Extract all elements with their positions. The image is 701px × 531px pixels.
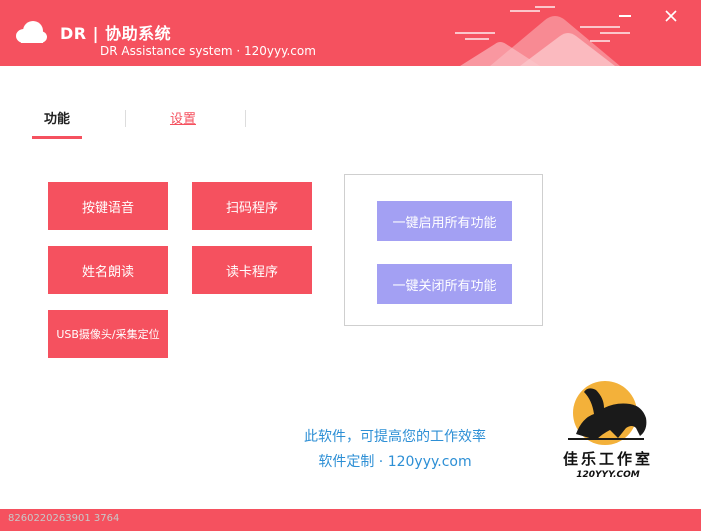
disable-all-button[interactable]: 一键关闭所有功能 [377,264,512,304]
promo-line-2: 软件定制 · 120yyy.com [318,454,472,470]
card-reader-button[interactable]: 读卡程序 [192,246,312,294]
status-bar: 8260220263901 3764 [0,509,701,531]
studio-url: 120YYY.COM [576,470,640,480]
promo-line-1: 此软件，可提高您的工作效率 [304,429,486,445]
studio-name: 佳乐工作室 [562,450,653,468]
tab-settings[interactable]: 设置 [160,108,206,130]
tab-divider [245,110,246,127]
cloud-logo-icon [16,21,47,45]
enable-all-button[interactable]: 一键启用所有功能 [377,201,512,241]
scan-program-button[interactable]: 扫码程序 [192,182,312,230]
minimize-button[interactable] [613,4,637,28]
usb-camera-button[interactable]: USB摄像头/采集定位 [48,310,168,358]
active-tab-indicator [32,136,82,139]
close-button[interactable] [659,4,683,28]
close-icon [665,10,677,22]
app-title: DR | 协助系统 [60,24,172,43]
name-reading-button[interactable]: 姓名朗读 [48,246,168,294]
minimize-icon [619,15,631,17]
key-voice-button[interactable]: 按键语音 [48,182,168,230]
title-bar: DR | 协助系统 DR Assistance system · 120yyy.… [0,0,701,66]
machine-id: 8260220263901 3764 [8,513,120,524]
tab-functions[interactable]: 功能 [32,108,82,130]
tab-divider [125,110,126,127]
bulk-actions-panel: 一键启用所有功能 一键关闭所有功能 [344,174,543,326]
app-subtitle: DR Assistance system · 120yyy.com [100,44,316,58]
